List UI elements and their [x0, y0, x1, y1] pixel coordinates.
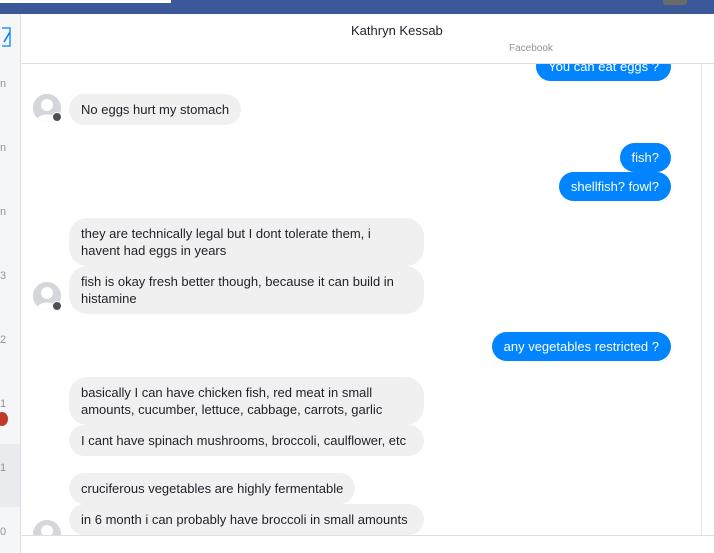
- facebook-badge-icon: [52, 301, 62, 311]
- conversation-time: n: [0, 78, 7, 90]
- conversation-time: 0: [0, 526, 7, 538]
- message-thread[interactable]: You can eat eggs ? No eggs hurt my stoma…: [21, 64, 701, 535]
- conversation-time: 3: [0, 270, 7, 282]
- outgoing-message: any vegetables restricted ?: [491, 332, 671, 361]
- conversation-time: 1: [0, 462, 7, 474]
- conversation-header: Kathryn Kessab Facebook: [21, 14, 714, 64]
- incoming-message: basically I can have chicken fish, red m…: [69, 377, 424, 425]
- outgoing-message: shellfish? fowl?: [558, 172, 671, 201]
- top-search-box[interactable]: [0, 0, 171, 3]
- outgoing-message: fish?: [619, 143, 671, 172]
- message-composer[interactable]: [21, 535, 714, 553]
- compose-icon[interactable]: [0, 24, 12, 50]
- top-navigation-bar: [0, 0, 714, 14]
- default-avatar-icon: [33, 520, 61, 535]
- conversation-avatar[interactable]: [0, 412, 8, 426]
- incoming-message: No eggs hurt my stomach: [69, 94, 242, 125]
- active-conversation-item[interactable]: [0, 444, 20, 507]
- conversation-time: 1: [0, 398, 7, 410]
- contact-source: Facebook: [509, 43, 553, 54]
- conversation-time: n: [0, 142, 7, 154]
- incoming-message: cruciferous vegetables are highly fermen…: [69, 473, 356, 504]
- facebook-badge-icon: [52, 112, 62, 122]
- conversation-list: n n n 3 2 1 1 0: [0, 14, 21, 553]
- incoming-message: fish is okay fresh better though, becaus…: [69, 266, 424, 314]
- outgoing-message: You can eat eggs ?: [536, 64, 671, 81]
- contact-avatar: [33, 520, 61, 535]
- incoming-message: in 6 month i can probably have broccoli …: [69, 504, 424, 535]
- profile-avatar[interactable]: [663, 0, 687, 5]
- conversation-time: 2: [0, 334, 7, 346]
- incoming-message: I cant have spinach mushrooms, broccoli,…: [69, 425, 424, 456]
- conversation-time: n: [0, 206, 7, 218]
- contact-name[interactable]: Kathryn Kessab: [21, 23, 714, 38]
- thread-scrollbar[interactable]: [701, 64, 714, 535]
- incoming-message: they are technically legal but I dont to…: [69, 218, 424, 266]
